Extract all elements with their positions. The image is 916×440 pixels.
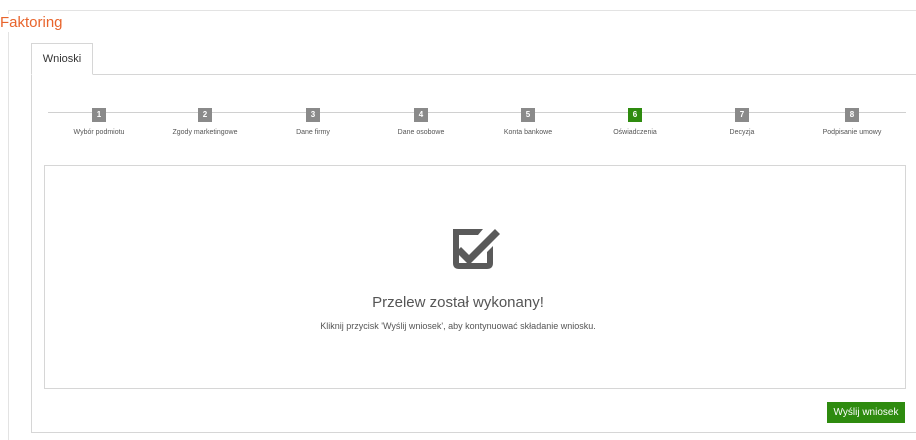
submit-application-button[interactable]: Wyślij wniosek — [827, 402, 905, 423]
checkbox-checked-icon — [453, 229, 500, 269]
step-5: 5 Konta bankowe — [473, 104, 583, 136]
step-number: 4 — [414, 108, 428, 122]
step-number: 7 — [735, 108, 749, 122]
step-label: Dane firmy — [296, 129, 330, 136]
step-2: 2 Zgody marketingowe — [150, 104, 260, 136]
step-label: Konta bankowe — [503, 129, 553, 136]
success-title: Przelew został wykonany! — [372, 294, 544, 311]
step-label: Oświadczenia — [613, 129, 657, 136]
step-8: 8 Podpisanie umowy — [797, 104, 907, 136]
page-title: Faktoring — [0, 14, 67, 32]
step-number: 8 — [845, 108, 859, 122]
step-1: 1 Wybór podmiotu — [44, 104, 154, 136]
step-3: 3 Dane firmy — [258, 104, 368, 136]
confirmation-box — [44, 165, 906, 389]
success-instruction: Kliknij przycisk 'Wyślij wniosek', aby k… — [320, 321, 596, 331]
step-label: Zgody marketingowe — [172, 129, 238, 136]
step-number: 3 — [306, 108, 320, 122]
step-label: Dane osobowe — [397, 129, 445, 136]
step-7: 7 Decyzja — [687, 104, 797, 136]
step-number: 2 — [198, 108, 212, 122]
tab-wnioski[interactable]: Wnioski — [31, 43, 93, 75]
step-number: 5 — [521, 108, 535, 122]
step-label: Decyzja — [729, 129, 755, 136]
step-label: Podpisanie umowy — [822, 129, 882, 136]
step-label: Wybór podmiotu — [73, 129, 125, 136]
step-number: 6 — [628, 108, 642, 122]
step-4: 4 Dane osobowe — [366, 104, 476, 136]
step-6: 6 Oświadczenia — [580, 104, 690, 136]
step-number: 1 — [92, 108, 106, 122]
